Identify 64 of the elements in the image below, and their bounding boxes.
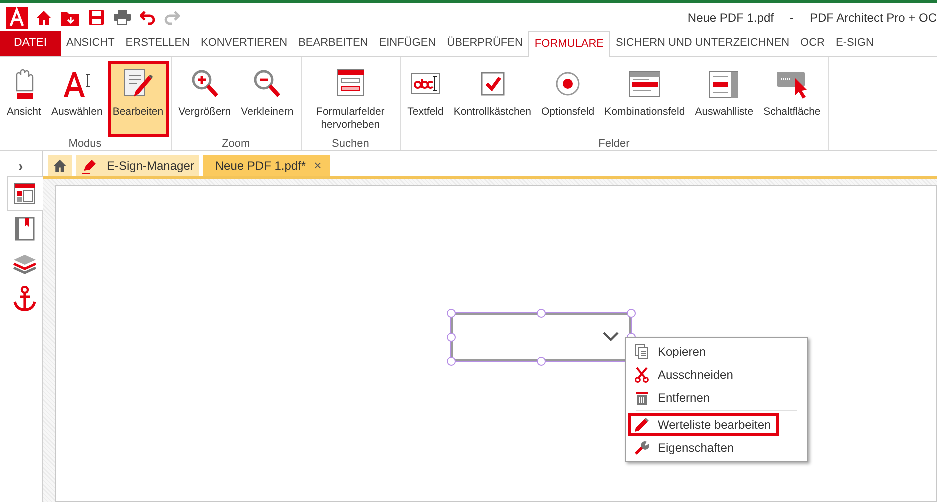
resize-handle[interactable] [626,308,636,318]
group-label: Modus [68,137,103,151]
ribbon-button[interactable]: Vergrößern [174,61,236,137]
ribbon-tab[interactable]: ERSTELLEN [120,31,196,56]
ribbon-button[interactable]: Auswählen [46,61,108,137]
resize-handle[interactable] [446,356,456,366]
logo-icon [6,6,28,28]
ribbon-button[interactable]: Kontrollkästchen [448,61,536,137]
ribbon-button[interactable]: Ansicht [2,61,46,137]
copy-icon [635,344,649,360]
menu-item[interactable]: Ausschneiden [628,363,742,386]
resize-handle[interactable] [536,356,546,366]
title-separator: - [790,10,794,26]
chevron-down-icon [603,332,619,342]
ribbon-button[interactable]: Auswahlliste [690,61,759,137]
ribbon-tab[interactable]: BEARBEITEN [293,31,374,56]
printer-icon[interactable] [113,9,132,26]
wrench-icon [634,440,650,456]
ribbon-button[interactable]: Schaltfläche [758,61,826,137]
document-tab[interactable]: E-Sign-Manager [76,155,200,176]
ribbon-tab[interactable]: KONVERTIEREN [196,31,294,56]
ribbon-tab[interactable]: FORMULARE [528,31,610,57]
home-tab[interactable] [48,155,72,176]
menu-item[interactable]: Werteliste bearbeiten [628,413,780,436]
ribbon-tab[interactable]: ANSICHT [61,31,120,56]
menu-item[interactable]: Eigenschaften [628,436,742,459]
bookmark-icon[interactable] [14,216,34,240]
app-name: PDF Architect Pro + OC [810,10,937,26]
ribbon-tab[interactable]: EINFÜGEN [374,31,442,56]
group-label: Suchen [331,137,370,151]
ribbon-tab[interactable]: E-SIGN [830,31,880,56]
menu-item[interactable]: Entfernen [628,386,718,409]
scissors-icon [635,366,649,382]
ribbon-button[interactable]: Formularfelder hervorheben [304,61,398,137]
save-icon[interactable] [88,9,105,26]
home-icon[interactable] [36,10,52,26]
pencil-icon [634,416,650,432]
trash-icon [635,390,649,406]
ribbon-button[interactable]: Bearbeiten [108,61,169,137]
ribbon-button[interactable]: Kombinationsfeld [600,61,690,137]
window-title: Neue PDF 1.pdf [688,10,774,26]
sidebar-tab[interactable] [6,176,42,211]
close-tab-button[interactable]: × [314,156,322,176]
ribbon-tab[interactable]: ÜBERPRÜFEN [442,31,528,56]
page-thumbnails-icon[interactable] [14,182,36,204]
ribbon-button[interactable]: Optionsfeld [536,61,600,137]
ribbon-tab[interactable]: OCR [795,31,830,56]
group-label: Zoom [221,137,252,151]
ribbon-tab[interactable]: SICHERN UND UNTERZEICHNEN [610,31,796,56]
group-label: Felder [598,137,631,151]
file-tab[interactable]: DATEI [0,31,62,56]
resize-handle[interactable] [446,308,456,318]
resize-handle[interactable] [446,332,456,342]
combo-box-field[interactable] [451,313,631,361]
menu-item[interactable]: Kopieren [628,340,714,363]
anchor-icon[interactable] [12,286,36,312]
expand-sidebar-button[interactable]: › [18,156,24,176]
document-tab[interactable]: Neue PDF 1.pdf* × [203,155,330,176]
ribbon-button[interactable]: Textfeld [402,61,449,137]
home-icon [53,158,67,172]
undo-icon[interactable] [140,10,156,26]
layers-icon[interactable] [12,254,36,274]
resize-handle[interactable] [536,308,546,318]
ribbon-button[interactable]: Verkleinern [236,61,299,137]
